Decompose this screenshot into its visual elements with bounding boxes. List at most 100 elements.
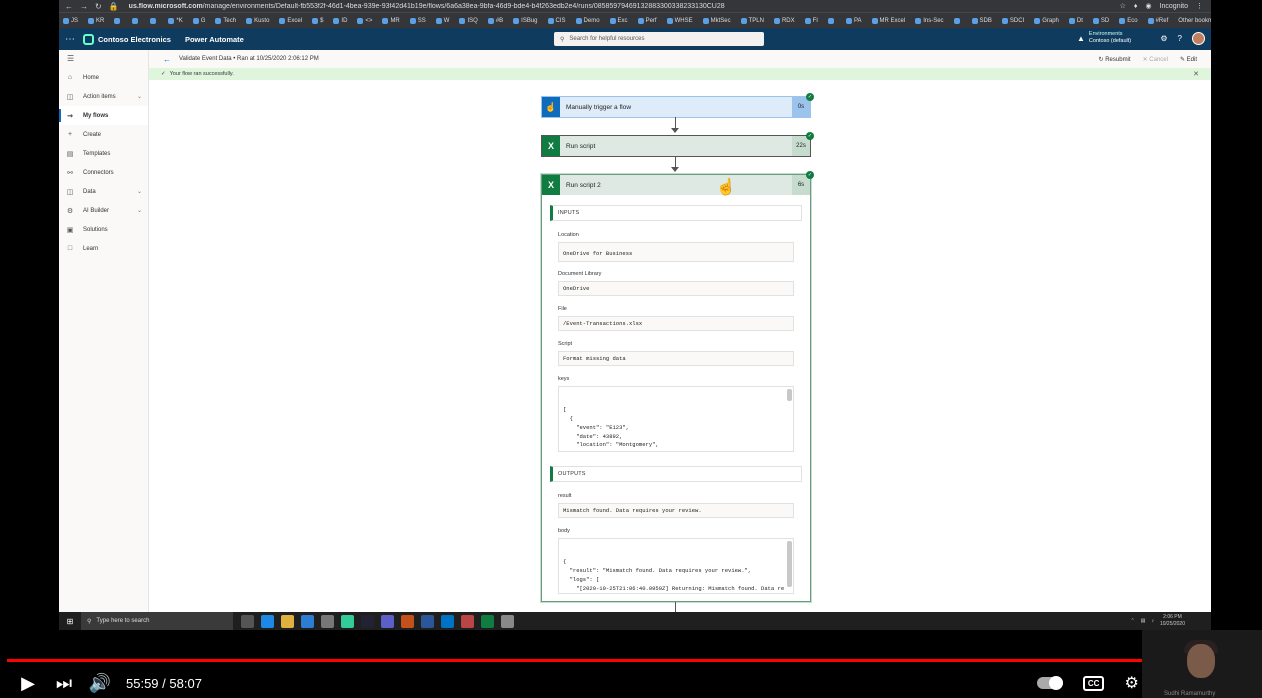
bookmark-item[interactable]: MktSec (702, 17, 731, 24)
extension-icon[interactable]: ♦ (1134, 3, 1138, 10)
bookmark-item[interactable]: PA (845, 17, 862, 24)
bookmark-item[interactable]: MR (382, 17, 400, 24)
nav-item-learn[interactable]: □ Learn (59, 239, 148, 258)
bookmark-item[interactable] (132, 17, 140, 24)
step-card-run-script[interactable]: X Run script 22s ✓ (541, 132, 814, 157)
bookmark-item[interactable] (953, 17, 962, 24)
help-icon[interactable]: ? (1178, 34, 1182, 43)
environment-picker[interactable]: ▲ Environments Contoso (default) (1077, 31, 1131, 45)
powerpoint-icon[interactable] (401, 614, 414, 628)
word-icon[interactable] (421, 614, 434, 628)
network-icon[interactable]: ▤ (1141, 618, 1146, 624)
bookmark-item[interactable]: RDX (773, 17, 795, 24)
step-card-run-script-2[interactable]: X Run script 2 6s ✓ INPUTS Location OneD… (541, 171, 814, 602)
nav-item-my-flows[interactable]: ⇝ My flows (59, 106, 148, 125)
bookmark-item[interactable]: G (192, 17, 205, 24)
taskbar-search[interactable]: ⚲ Type here to search (81, 612, 233, 630)
nav-item-templates[interactable]: ▤ Templates (59, 144, 148, 163)
teams-icon[interactable] (381, 614, 394, 628)
bookmark-item[interactable] (150, 17, 158, 24)
bookmark-item[interactable]: SS (409, 17, 426, 24)
close-icon[interactable]: ✕ (1193, 70, 1199, 78)
resubmit-button[interactable]: ↻ Resubmit (1099, 56, 1131, 63)
bookmark-item[interactable]: Exc (609, 17, 628, 24)
bookmark-item[interactable]: TPLN (740, 17, 764, 24)
scrollbar[interactable] (787, 541, 792, 587)
nav-item-action-items[interactable]: ◫ Action items ⌄ (59, 87, 148, 106)
profile-label[interactable]: Incognito (1160, 3, 1188, 10)
progress-bar[interactable] (7, 659, 1255, 662)
chevron-down-icon[interactable]: ⌄ (137, 188, 142, 195)
app-launcher-icon[interactable]: ⋯ (59, 34, 81, 45)
bookmark-item[interactable] (827, 17, 836, 24)
back-arrow-icon[interactable]: ← (163, 55, 171, 64)
bookmark-item[interactable]: SDB (971, 17, 992, 24)
bookmark-item[interactable]: *K (168, 17, 183, 24)
play-icon[interactable]: ▶ (16, 673, 40, 694)
bookmark-item[interactable]: Perf (637, 17, 657, 24)
incognito-icon[interactable]: ◉ (1145, 2, 1151, 10)
edge-icon[interactable] (261, 614, 274, 628)
bookmark-item[interactable]: FI (804, 17, 818, 24)
star-icon[interactable]: ☆ (1120, 2, 1126, 10)
app-icon[interactable] (321, 614, 334, 628)
hamburger-icon[interactable]: ☰ (59, 50, 148, 68)
app-icon[interactable] (501, 614, 514, 628)
bookmark-item[interactable]: #Ref (1147, 17, 1168, 24)
bookmark-item[interactable]: Eco (1119, 17, 1138, 24)
bookmark-item[interactable]: $ (312, 17, 323, 24)
bookmark-item[interactable]: WHSE (666, 17, 693, 24)
search-input[interactable]: ⚲ Search for helpful resources (554, 32, 764, 46)
chevron-down-icon[interactable]: ⌄ (137, 93, 142, 100)
bookmark-item[interactable]: ISBug (513, 17, 538, 24)
bookmark-item[interactable]: KR (88, 17, 104, 24)
bookmark-item[interactable]: Dt (1068, 17, 1083, 24)
bookmark-item[interactable]: MR Excel (871, 17, 905, 24)
other-bookmarks[interactable]: Other bookmarks (1178, 18, 1211, 24)
bookmark-item[interactable]: Kusto (246, 17, 269, 24)
bookmark-item[interactable]: Tech (215, 17, 236, 24)
next-icon[interactable]: ⏭ (54, 673, 74, 694)
clock[interactable]: 2:06 PM 10/25/2020 (1160, 614, 1185, 628)
forward-icon[interactable]: → (80, 2, 88, 11)
brand[interactable]: Contoso Electronics (83, 33, 171, 45)
excel-icon[interactable] (481, 614, 494, 628)
avatar[interactable] (1192, 32, 1205, 45)
chevron-up-icon[interactable]: ⌃ (1131, 618, 1135, 624)
scrollbar[interactable] (787, 389, 792, 401)
captions-icon[interactable]: CC (1082, 675, 1105, 691)
bookmark-item[interactable]: SDCI (1001, 17, 1024, 24)
step-card-trigger[interactable]: ☝ Manually trigger a flow 0s ✓ (541, 93, 814, 118)
settings-gear-icon[interactable]: ⚙ (1124, 673, 1138, 693)
bookmark-item[interactable]: Graph (1034, 17, 1059, 24)
menu-icon[interactable]: ⋮ (1196, 2, 1203, 10)
file-explorer-icon[interactable] (281, 614, 294, 628)
outlook-icon[interactable] (441, 614, 454, 628)
product-name[interactable]: Power Automate (185, 35, 244, 44)
keys-code-box[interactable]: [ { "event": "E123", "date": 43892, "loc… (558, 386, 794, 452)
bookmark-item[interactable]: CIS (547, 17, 566, 24)
bookmark-item[interactable]: JS (63, 17, 78, 24)
bookmark-item[interactable]: Excel (279, 17, 302, 24)
nav-item-connectors[interactable]: ⚯ Connectors (59, 163, 148, 182)
address-bar[interactable]: us.flow.microsoft.com/manage/environment… (125, 3, 1120, 10)
bookmark-item[interactable] (114, 17, 122, 24)
volume-icon[interactable]: 🔊 (88, 673, 112, 694)
nav-item-solutions[interactable]: ▣ Solutions (59, 220, 148, 239)
bookmark-item[interactable]: ID (333, 17, 347, 24)
bookmark-item[interactable]: W (435, 17, 449, 24)
bookmark-item[interactable]: ISQ (459, 17, 478, 24)
windows-start-icon[interactable]: ⊞ (59, 617, 81, 626)
autoplay-toggle[interactable] (1036, 676, 1063, 690)
settings-gear-icon[interactable]: ⚙ (1160, 34, 1167, 43)
task-view-icon[interactable] (241, 614, 254, 628)
back-icon[interactable]: ← (65, 2, 73, 11)
chevron-down-icon[interactable]: ⌄ (137, 207, 142, 214)
vscode-icon[interactable] (301, 614, 314, 628)
terminal-icon[interactable] (361, 614, 374, 628)
reload-icon[interactable]: ↻ (95, 2, 102, 11)
nav-item-data[interactable]: ◫ Data ⌄ (59, 182, 148, 201)
chrome-icon[interactable] (341, 614, 354, 628)
bookmark-item[interactable]: <> (357, 17, 372, 24)
app-icon[interactable] (461, 614, 474, 628)
